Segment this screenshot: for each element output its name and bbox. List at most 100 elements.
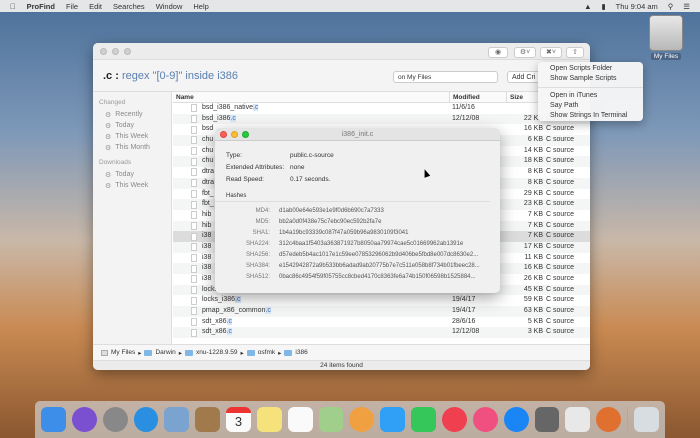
profind-icon[interactable] bbox=[596, 407, 622, 432]
contacts-icon[interactable] bbox=[195, 407, 221, 432]
trash-icon[interactable] bbox=[634, 407, 659, 432]
menu-file[interactable]: File bbox=[66, 2, 78, 11]
path-item-label: My Files bbox=[111, 349, 136, 356]
menu-edit[interactable]: Edit bbox=[89, 2, 102, 11]
messages-icon[interactable] bbox=[380, 407, 406, 432]
info-property: Type: public.c-source bbox=[215, 149, 500, 161]
safari-icon[interactable] bbox=[133, 407, 159, 432]
sidebar-item-changed-this-week[interactable]: ⚙ This Week bbox=[99, 131, 165, 142]
battery-icon[interactable]: ▮ bbox=[602, 2, 606, 11]
screenshot-icon[interactable] bbox=[565, 407, 591, 432]
table-row[interactable]: sdt_x86.c 12/12/08 3 KB C source bbox=[173, 327, 590, 339]
file-name: hib bbox=[202, 221, 211, 232]
path-item[interactable]: My Files bbox=[101, 349, 135, 356]
close-button[interactable] bbox=[100, 47, 107, 55]
menu-item-show-strings-in-terminal[interactable]: Show Strings In Terminal bbox=[538, 111, 643, 121]
file-icon bbox=[191, 189, 197, 198]
table-row[interactable]: bsd_i386_native.c 11/6/16 bbox=[173, 103, 590, 114]
menu-item-open-scripts-folder[interactable]: Open Scripts Folder bbox=[538, 64, 643, 74]
menu-window[interactable]: Window bbox=[156, 2, 183, 11]
table-row[interactable]: pmap_x86_common.c 19/4/17 63 KB C source bbox=[173, 306, 590, 317]
sidebar-item-downloads-today[interactable]: ⚙ Today bbox=[99, 169, 165, 180]
news-icon[interactable] bbox=[441, 407, 467, 432]
menu-item-show-sample-scripts[interactable]: Show Sample Scripts bbox=[538, 74, 643, 84]
zoom-button[interactable] bbox=[124, 47, 131, 55]
tools-scripts-icon[interactable]: ✖˅ bbox=[540, 47, 562, 58]
hash-value[interactable]: 312c4baa1f5403a363871927b8050aa79974cae5… bbox=[279, 241, 463, 247]
apple-icon[interactable]:  bbox=[10, 2, 16, 11]
quick-look-eye-icon[interactable]: ◉ bbox=[488, 47, 508, 58]
file-name-base: chu bbox=[202, 146, 214, 154]
menu-item-open-in-itunes[interactable]: Open in iTunes bbox=[538, 91, 643, 101]
path-item[interactable]: i386 bbox=[284, 349, 308, 356]
file-name-base: bsd bbox=[202, 125, 214, 133]
siri-icon[interactable] bbox=[71, 407, 97, 432]
hash-value[interactable]: d57edeb5b4ac1017e1c59ee07853296062b9d406… bbox=[279, 252, 478, 258]
path-item-label: osfmk bbox=[257, 349, 276, 356]
path-item-label: xnu-1228.9.59 bbox=[195, 349, 238, 356]
kind-cell: C source bbox=[546, 242, 575, 250]
folder-icon bbox=[284, 349, 293, 356]
file-name: bsd bbox=[202, 124, 213, 135]
modified-cell: 28/6/16 bbox=[452, 317, 476, 325]
property-value: none bbox=[290, 163, 305, 171]
table-row[interactable]: locks_i386.c 19/4/17 59 KB C source bbox=[173, 295, 590, 306]
action-gear-icon[interactable]: ⚙˅ bbox=[514, 47, 536, 58]
file-name-base: dtra bbox=[202, 168, 215, 176]
system-preferences-icon[interactable] bbox=[534, 407, 560, 432]
calendar-icon[interactable]: 3 bbox=[226, 407, 251, 432]
photos-icon[interactable] bbox=[349, 407, 375, 432]
location-select[interactable]: on My Files bbox=[393, 71, 498, 83]
hash-value[interactable]: 0bac86c4954f59f05755cc8cbed4170c8363fe6a… bbox=[279, 274, 476, 280]
hash-label: SHA1: bbox=[252, 229, 270, 236]
hash-value[interactable]: bb2a0d0f438e75c7ebc90ec592b2fa7e bbox=[279, 219, 381, 225]
notification-center-icon[interactable]: ☰ bbox=[683, 2, 690, 11]
property-value: public.c-source bbox=[290, 151, 334, 159]
hash-label: SHA256: bbox=[245, 251, 270, 258]
app-store-icon[interactable] bbox=[503, 407, 529, 432]
file-name-base: chu bbox=[202, 157, 214, 165]
launchpad-icon[interactable] bbox=[102, 407, 128, 432]
kind-cell: C source bbox=[546, 307, 575, 315]
file-name-base: i38 bbox=[202, 264, 212, 272]
sidebar-item-changed-this-month[interactable]: ⚙ This Month bbox=[99, 142, 165, 153]
search-title[interactable]: .c : regex "[0-9]" inside i386 bbox=[103, 70, 238, 82]
path-item[interactable]: osfmk bbox=[246, 349, 276, 356]
sidebar-item-downloads-this-week[interactable]: ⚙ This Week bbox=[99, 180, 165, 191]
property-value: 0.17 seconds. bbox=[290, 175, 331, 183]
hash-label: MD4: bbox=[255, 207, 270, 214]
sidebar-item-changed-today[interactable]: ⚙ Today bbox=[99, 120, 165, 131]
column-name[interactable]: Name bbox=[173, 92, 450, 102]
menu-item-say-path[interactable]: Say Path bbox=[538, 101, 643, 111]
sidebar-item-changed-recently[interactable]: ⚙ Recently bbox=[99, 109, 165, 120]
menu-help[interactable]: Help bbox=[193, 2, 208, 11]
column-modified[interactable]: Modified bbox=[450, 92, 507, 102]
file-name-base: bsd_i386_native bbox=[202, 104, 253, 111]
desktop-drive-my-files[interactable]: My Files bbox=[645, 15, 687, 60]
hash-value[interactable]: e1542942872a9b533bb6adad9ab20775b7e7c511… bbox=[279, 263, 480, 269]
hash-value[interactable]: d1ab00e64e593e1e9f0d6b690c7a7333 bbox=[279, 208, 384, 214]
file-icon bbox=[191, 286, 197, 295]
menu-app[interactable]: ProFind bbox=[27, 2, 55, 11]
maps-icon[interactable] bbox=[318, 407, 344, 432]
reminders-icon[interactable] bbox=[287, 407, 313, 432]
table-row[interactable]: sdt_x86.c 28/6/16 5 KB C source bbox=[173, 317, 590, 328]
facetime-icon[interactable] bbox=[411, 407, 436, 432]
minimize-button[interactable] bbox=[112, 47, 119, 55]
file-name: i38 bbox=[202, 263, 211, 274]
hash-value[interactable]: 1b4a19bc93339c087f47a059b96a9830109f3041 bbox=[279, 230, 408, 236]
path-item[interactable]: Darwin bbox=[144, 349, 176, 356]
share-icon[interactable]: ⇧ bbox=[566, 47, 584, 58]
path-item[interactable]: xnu-1228.9.59 bbox=[184, 349, 238, 356]
table-row[interactable]: bsd_i386.c12/12/0822 KBC source bbox=[173, 113, 590, 125]
preview-icon[interactable] bbox=[164, 407, 190, 432]
size-cell: 11 KB bbox=[524, 253, 543, 261]
clock[interactable]: Thu 9:04 am bbox=[616, 2, 658, 11]
music-icon[interactable] bbox=[472, 407, 498, 432]
finder-icon[interactable] bbox=[41, 407, 66, 432]
file-name: dtra bbox=[202, 167, 214, 178]
binoculars-icon[interactable]: ▲ bbox=[584, 2, 591, 11]
spotlight-search-icon[interactable]: ⚲ bbox=[668, 2, 674, 11]
notes-icon[interactable] bbox=[256, 407, 282, 432]
menu-searches[interactable]: Searches bbox=[113, 2, 145, 11]
